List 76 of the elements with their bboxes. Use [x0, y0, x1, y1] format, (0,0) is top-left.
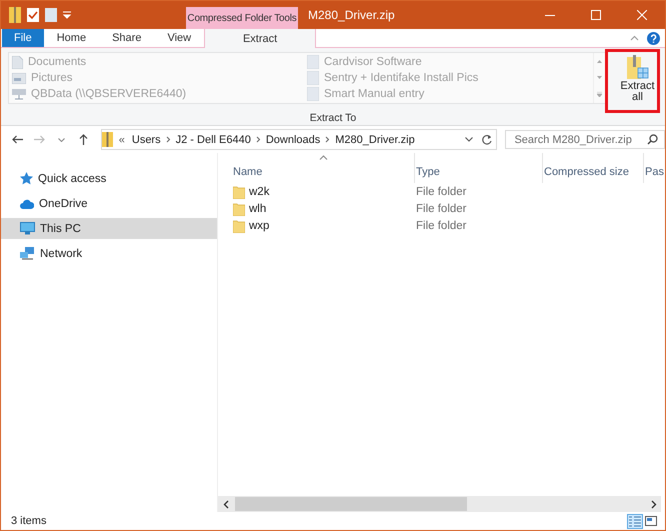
details-view-button[interactable]: [627, 514, 643, 528]
up-arrow-icon: [79, 134, 88, 145]
ribbon-tab[interactable]: Extract: [204, 29, 316, 48]
checklist-icon[interactable]: [27, 8, 39, 22]
window-title: M280_Driver.zip: [307, 7, 396, 24]
column-header[interactable]: Compressed size: [543, 153, 643, 183]
document-icon: [12, 56, 23, 68]
network-icon: [20, 247, 35, 260]
back-arrow-icon: [12, 135, 24, 144]
zip-folder-icon: [9, 7, 21, 23]
ribbon-tab[interactable]: View: [154, 29, 204, 47]
table-cell-text: File folder: [415, 202, 468, 214]
file-name[interactable]: wxp: [232, 218, 415, 232]
scroll-up-icon[interactable]: [597, 60, 602, 62]
chevron-right-icon: [166, 136, 171, 143]
zip-folder-icon: [626, 55, 648, 81]
network-drive-icon: [12, 88, 26, 100]
nav-item[interactable]: OneDrive: [1, 193, 217, 214]
sort-ascending-icon: [319, 155, 328, 160]
chevron-right-icon: [325, 136, 330, 143]
folder-icon: [307, 55, 319, 69]
breadcrumb[interactable]: Downloads: [264, 134, 322, 146]
group-label: Extract To: [308, 110, 358, 125]
help-icon[interactable]: [647, 32, 660, 44]
table-cell-text: File folder: [415, 220, 468, 232]
ribbon-tab[interactable]: Share: [99, 29, 154, 47]
chevron-down-icon[interactable]: [465, 137, 474, 142]
maximize-icon: [591, 10, 601, 20]
thumbnails-view-button[interactable]: [643, 514, 659, 528]
nav-item[interactable]: Quick access: [1, 168, 217, 189]
collapse-ribbon-icon[interactable]: [630, 35, 639, 41]
scroll-left-icon[interactable]: [222, 500, 231, 508]
folder-icon: [233, 202, 245, 216]
dropdown-icon[interactable]: [63, 11, 71, 19]
search-icon: [646, 134, 658, 145]
breadcrumb[interactable]: Users: [130, 134, 162, 146]
nav-item[interactable]: Network: [1, 243, 217, 264]
ribbon-tab[interactable]: File: [2, 29, 44, 47]
monitor-icon: [20, 222, 35, 235]
image-icon: [12, 72, 26, 84]
minimize-icon: [545, 14, 555, 16]
folder-icon: [307, 71, 319, 85]
overflow-chevrons[interactable]: «: [116, 134, 127, 146]
nav-item[interactable]: This PC: [1, 218, 217, 239]
breadcrumb[interactable]: M280_Driver.zip: [334, 134, 416, 146]
table-cell-text: File folder: [415, 186, 468, 198]
cloud-icon: [20, 198, 34, 208]
column-header[interactable]: Type: [415, 153, 542, 183]
close-icon: [637, 10, 647, 20]
item-count: 3 items: [11, 515, 46, 527]
zip-folder-icon: [102, 132, 113, 147]
breadcrumb[interactable]: J2 - Dell E6440: [174, 134, 252, 146]
column-header[interactable]: Name: [232, 153, 414, 183]
scroll-down-icon[interactable]: [597, 76, 602, 78]
context-tab-title: Compressed Folder Tools: [186, 7, 298, 29]
scroll-right-icon[interactable]: [649, 500, 658, 508]
scrollbar-thumb[interactable]: [235, 497, 467, 511]
file-name[interactable]: w2k: [232, 184, 415, 198]
details-view-icon: [629, 516, 641, 526]
address-bar[interactable]: « Users J2 - Dell E6440 Downloads M280_Driver.zip: [100, 129, 498, 150]
expand-gallery-icon[interactable]: [597, 92, 602, 96]
horizontal-scrollbar[interactable]: [218, 496, 661, 512]
extract-all-button[interactable]: Extract all: [618, 52, 658, 110]
forward-arrow-icon: [34, 135, 46, 144]
chevron-right-icon: [256, 136, 261, 143]
search-field[interactable]: Search M280_Driver.zip: [505, 130, 665, 149]
folder-icon: [233, 218, 245, 232]
column-header[interactable]: Pas: [644, 153, 665, 183]
file-name[interactable]: wlh: [232, 202, 415, 216]
refresh-icon[interactable]: [481, 134, 494, 146]
thumbnails-view-icon: [645, 516, 657, 526]
folder-icon: [233, 184, 245, 198]
chevron-down-icon: [58, 138, 66, 142]
ribbon-tab[interactable]: Home: [44, 29, 100, 47]
star-icon: [20, 172, 33, 185]
folder-icon: [307, 87, 319, 101]
